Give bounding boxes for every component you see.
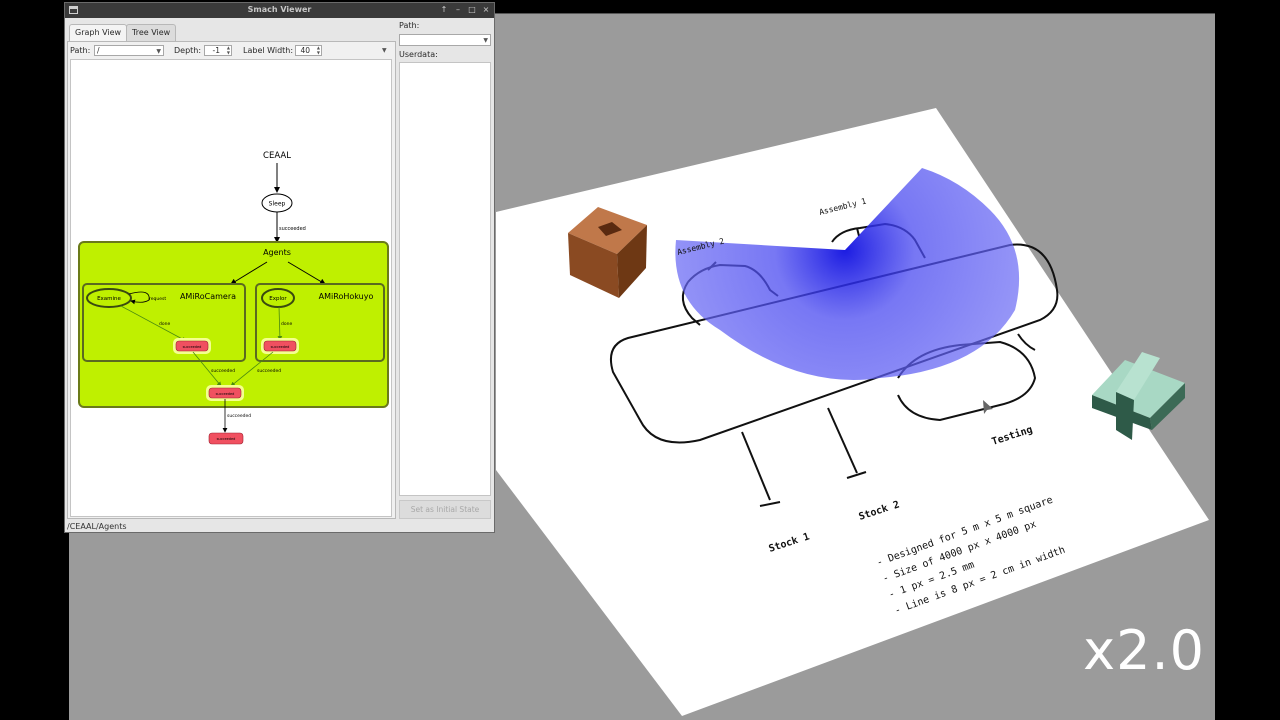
state-info-panel: Path: ▼ Userdata: Set as Initial State	[399, 20, 493, 520]
tab-graph-view[interactable]: Graph View	[69, 24, 128, 42]
hokuyo-succeeded-edge-label: succeeded	[257, 368, 281, 374]
sleep-outcome-label: succeeded	[279, 226, 306, 232]
graph-view-pane: Path: / ▼ Depth: -1 ▲ ▼ Label Width: 40 ▲…	[67, 41, 396, 519]
spin-arrows-icon[interactable]: ▲ ▼	[317, 45, 320, 55]
right-path-combobox[interactable]: ▼	[399, 34, 491, 46]
agents-container-label: Agents	[263, 248, 291, 257]
depth-spinbox[interactable]: -1 ▲ ▼	[204, 45, 232, 56]
final-succeeded-label: succeeded	[217, 437, 236, 441]
path-label: Path:	[70, 46, 91, 55]
label-width-label: Label Width:	[243, 46, 294, 55]
path-combobox[interactable]: / ▼	[94, 45, 164, 56]
depth-label: Depth:	[174, 46, 202, 55]
toolbar-menu-arrow-icon[interactable]: ▼	[382, 47, 387, 54]
hokuyo-container-label: AMiRoHokuyo	[319, 292, 374, 301]
playback-speed: x2.0	[1083, 619, 1205, 682]
right-path-label: Path:	[399, 21, 420, 30]
camera-succeeded-label: succeeded	[183, 345, 202, 349]
maximize-button[interactable]: □	[467, 5, 477, 15]
root-state-label: CEAAL	[263, 151, 291, 161]
graph-panel: Graph View Tree View Path: / ▼ Depth: -1…	[67, 20, 396, 520]
state-machine-graph[interactable]: CEAAL Sleep succeeded Agents AMiRoCamera…	[70, 59, 392, 517]
hokuyo-succeeded-label: succeeded	[271, 345, 290, 349]
hokuyo-done-label: done	[281, 321, 292, 327]
pin-button[interactable]: ↑	[439, 5, 449, 15]
label-width-value: 40	[300, 46, 310, 55]
camera-succeeded-edge-label: succeeded	[211, 368, 235, 374]
tab-tree-view[interactable]: Tree View	[126, 24, 177, 41]
camera-container-label: AMiRoCamera	[180, 292, 236, 301]
userdata-textarea[interactable]	[399, 62, 491, 496]
status-bar: /CEAAL/Agents	[67, 522, 127, 531]
userdata-label: Userdata:	[399, 50, 438, 59]
minimize-button[interactable]: –	[453, 5, 463, 15]
graph-canvas: CEAAL Sleep succeeded Agents AMiRoCamera…	[78, 151, 389, 445]
examine-state-label: Examine	[97, 296, 121, 302]
close-button[interactable]: ×	[481, 5, 491, 15]
set-initial-state-button[interactable]: Set as Initial State	[399, 500, 491, 519]
window-title: Smach Viewer	[247, 5, 312, 14]
camera-done-label: done	[159, 321, 170, 327]
explor-state-label: Explor	[269, 296, 287, 302]
sleep-state-label: Sleep	[269, 201, 286, 208]
agents-outcome-edge-label: succeeded	[227, 413, 251, 419]
chevron-down-icon: ▼	[156, 48, 161, 55]
path-value: /	[97, 46, 100, 55]
smach-viewer-window[interactable]: Smach Viewer ↑ – □ × Graph View Tree Vie…	[64, 2, 495, 533]
depth-value: -1	[212, 46, 220, 55]
label-width-spinbox[interactable]: 40 ▲ ▼	[295, 45, 322, 56]
agents-succeeded-label: succeeded	[216, 392, 235, 396]
chevron-down-icon: ▼	[483, 37, 488, 44]
examine-loop-label: request	[149, 296, 166, 302]
window-titlebar[interactable]: Smach Viewer ↑ – □ ×	[65, 3, 494, 18]
spin-arrows-icon[interactable]: ▲ ▼	[227, 45, 230, 55]
